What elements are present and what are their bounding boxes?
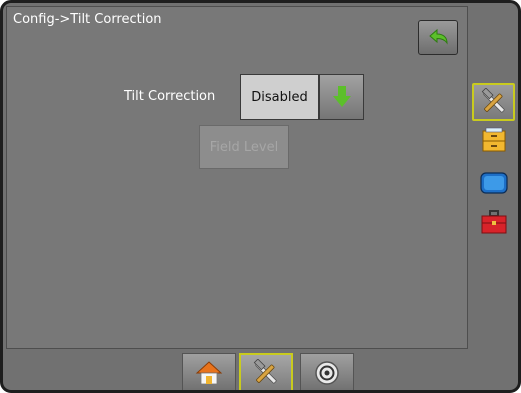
config-panel: Config->Tilt Correction Tilt Correction … [6,6,468,349]
tools-icon [479,88,509,116]
side-tab-tools[interactable] [472,83,515,121]
side-tab-display[interactable] [472,164,515,202]
bottom-tab-tools[interactable] [239,353,293,390]
field-level-button[interactable]: Field Level [199,125,289,169]
side-tab-toolbox[interactable] [472,203,515,241]
back-button[interactable] [418,20,458,55]
tilt-correction-dropdown[interactable]: Disabled [240,74,319,120]
bottom-tab-gauge[interactable] [300,353,354,390]
page-title: Config->Tilt Correction [13,12,162,27]
arrow-down-icon [332,85,352,109]
device-screen: Config->Tilt Correction Tilt Correction … [0,0,521,393]
back-arrow-icon [426,28,450,48]
toolbox-icon [480,208,508,236]
side-tab-files[interactable] [472,122,515,160]
tilt-correction-dropdown-button[interactable] [319,74,364,120]
gauge-icon [313,359,341,387]
bottom-tab-home[interactable] [182,353,236,390]
file-cabinet-icon [480,127,508,155]
home-icon [195,359,223,387]
display-screen-icon [479,170,509,196]
tools-icon [251,359,281,387]
tilt-correction-label: Tilt Correction [124,89,216,104]
